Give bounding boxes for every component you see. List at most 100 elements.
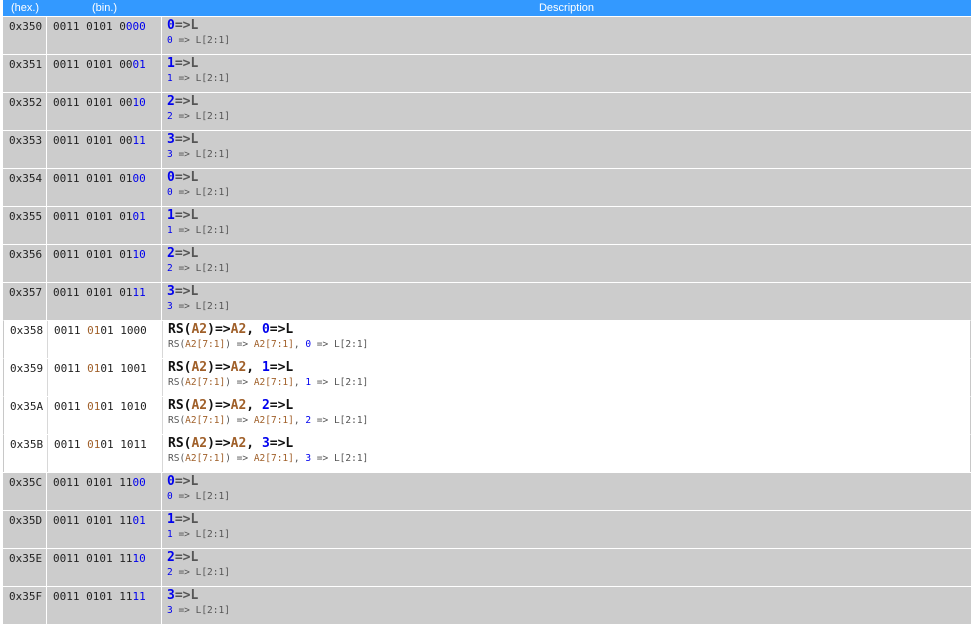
mnemonic-segment: 3: [261, 436, 270, 451]
binary-segment: 10: [132, 552, 146, 565]
table-row: 0x355 0011 0101 0101 1=>L 1 => L[2:1]: [3, 206, 971, 244]
mnemonic: 0=>L: [167, 18, 971, 34]
mnemonic-segment: 3: [167, 132, 175, 147]
binary-code: 0011 0101 1011: [48, 435, 163, 472]
detail-segment: ) =>: [225, 377, 254, 388]
binary-segment: 0011: [54, 324, 88, 337]
description: 2=>L 2 => L[2:1]: [162, 245, 971, 282]
mnemonic: 3=>L: [167, 588, 971, 604]
binary-segment: 0011: [54, 438, 88, 451]
binary-code: 0011 0101 1101: [47, 511, 162, 548]
header-description: Description: [538, 2, 595, 14]
mnemonic: 0=>L: [167, 170, 971, 186]
binary-segment: 0011: [54, 362, 88, 375]
mnemonic: RS(A2)=>A2, 2=>L: [168, 398, 970, 414]
binary-segment: 11: [132, 590, 146, 603]
mnemonic: 2=>L: [167, 550, 971, 566]
operation-detail: RS(A2[7:1]) => A2[7:1], 2 => L[2:1]: [168, 414, 970, 428]
binary-code: 0011 0101 1110: [47, 549, 162, 586]
binary-code: 0011 0101 0110: [47, 245, 162, 282]
table-header: (hex.) (bin.) Description: [3, 0, 971, 16]
mnemonic-segment: ,: [246, 398, 262, 413]
mnemonic: RS(A2)=>A2, 3=>L: [168, 436, 970, 452]
mnemonic-segment: 2: [167, 246, 175, 261]
operation-detail: 0 => L[2:1]: [167, 186, 971, 200]
detail-segment: => L[2:1]: [172, 605, 230, 616]
detail-segment: => L[2:1]: [172, 263, 230, 274]
hex-code: 0x352: [3, 93, 47, 130]
mnemonic: 1=>L: [167, 56, 971, 72]
mnemonic-segment: 1: [167, 56, 175, 71]
description: RS(A2)=>A2, 2=>L RS(A2[7:1]) => A2[7:1], …: [163, 397, 970, 434]
hex-code: 0x35B: [4, 435, 48, 472]
mnemonic-segment: =>L: [174, 170, 199, 185]
mnemonic-segment: =>L: [174, 474, 199, 489]
detail-segment: A2[7:1]: [253, 453, 294, 464]
detail-segment: A2[7:1]: [253, 377, 294, 388]
detail-segment: => L[2:1]: [172, 35, 230, 46]
table-row: 0x356 0011 0101 0110 2=>L 2 => L[2:1]: [3, 244, 971, 282]
hex-code: 0x358: [4, 321, 48, 358]
mnemonic-segment: 0: [261, 322, 270, 337]
operation-detail: 3 => L[2:1]: [167, 148, 971, 162]
detail-segment: => L[2:1]: [172, 529, 230, 540]
binary-segment: 0011 0101 11: [53, 552, 133, 565]
table-row: 0x354 0011 0101 0100 0=>L 0 => L[2:1]: [3, 168, 971, 206]
hex-code: 0x35F: [3, 587, 47, 624]
hex-code: 0x359: [4, 359, 48, 396]
binary-code: 0011 0101 1010: [48, 397, 163, 434]
binary-segment: 0011 0101 11: [53, 476, 133, 489]
binary-segment: 00: [132, 476, 146, 489]
mnemonic-segment: =>L: [174, 284, 199, 299]
mnemonic-segment: A2: [230, 398, 247, 413]
detail-segment: A2[7:1]: [185, 377, 226, 388]
binary-segment: 0011 0101 0: [53, 20, 126, 33]
mnemonic-segment: 1: [167, 208, 175, 223]
detail-segment: => L[2:1]: [311, 453, 369, 464]
mnemonic-segment: =>L: [269, 322, 294, 337]
description: 0=>L 0 => L[2:1]: [162, 17, 971, 54]
hex-code: 0x353: [3, 131, 47, 168]
detail-segment: => L[2:1]: [172, 187, 230, 198]
detail-segment: => L[2:1]: [172, 225, 230, 236]
description: RS(A2)=>A2, 3=>L RS(A2[7:1]) => A2[7:1], …: [163, 435, 970, 472]
hex-code: 0x351: [3, 55, 47, 92]
detail-segment: ,: [293, 339, 306, 350]
mnemonic-segment: =>L: [174, 246, 199, 261]
operation-detail: 3 => L[2:1]: [167, 604, 971, 618]
mnemonic-segment: 3: [167, 588, 175, 603]
detail-segment: A2[7:1]: [253, 339, 294, 350]
table-row: 0x357 0011 0101 0111 3=>L 3 => L[2:1]: [3, 282, 971, 320]
detail-segment: => L[2:1]: [172, 491, 230, 502]
mnemonic-segment: )=>: [207, 360, 231, 375]
mnemonic-segment: 0: [167, 170, 175, 185]
hex-code: 0x355: [3, 207, 47, 244]
description: 0=>L 0 => L[2:1]: [162, 473, 971, 510]
mnemonic: 1=>L: [167, 512, 971, 528]
binary-segment: 11: [132, 134, 146, 147]
mnemonic: 3=>L: [167, 132, 971, 148]
mnemonic-segment: 3: [167, 284, 175, 299]
operation-detail: 1 => L[2:1]: [167, 224, 971, 238]
binary-segment: 01: [87, 324, 101, 337]
operation-detail: 1 => L[2:1]: [167, 72, 971, 86]
description: RS(A2)=>A2, 1=>L RS(A2[7:1]) => A2[7:1], …: [163, 359, 970, 396]
mnemonic: RS(A2)=>A2, 0=>L: [168, 322, 970, 338]
detail-segment: A2[7:1]: [185, 453, 226, 464]
mnemonic-segment: =>L: [174, 208, 199, 223]
table-row: 0x352 0011 0101 0010 2=>L 2 => L[2:1]: [3, 92, 971, 130]
mnemonic-segment: RS(: [168, 436, 192, 451]
mnemonic-segment: =>L: [269, 360, 294, 375]
mnemonic-segment: 1: [167, 512, 175, 527]
mnemonic-segment: 1: [261, 360, 270, 375]
mnemonic-segment: A2: [191, 398, 208, 413]
detail-segment: ,: [293, 415, 306, 426]
mnemonic-segment: ,: [246, 436, 262, 451]
mnemonic-segment: 0: [167, 474, 175, 489]
mnemonic-segment: A2: [191, 360, 208, 375]
detail-segment: => L[2:1]: [172, 149, 230, 160]
binary-segment: 0011 0101 00: [53, 96, 133, 109]
binary-segment: 10: [132, 248, 146, 261]
mnemonic: 2=>L: [167, 94, 971, 110]
table-row: 0x35D 0011 0101 1101 1=>L 1 => L[2:1]: [3, 510, 971, 548]
